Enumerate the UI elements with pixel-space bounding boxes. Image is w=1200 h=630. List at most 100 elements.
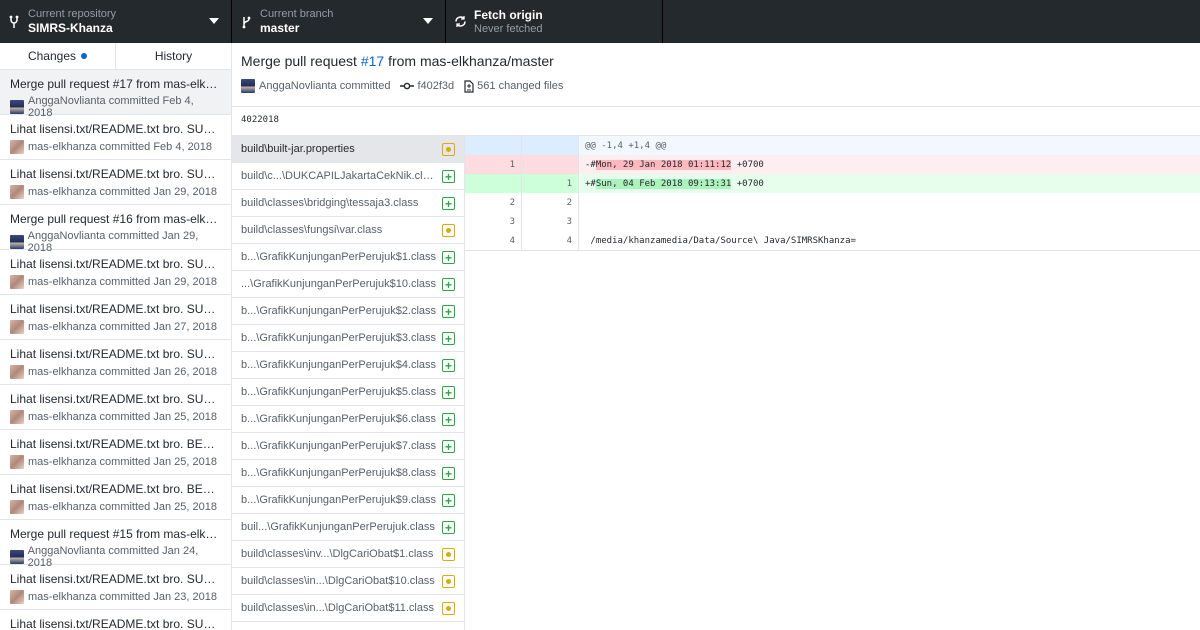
avatar [10,140,24,154]
context-code: /media/khanzamedia/Data/Source\ Java/SIM… [585,235,856,246]
branch-caption: Current branch [260,7,334,20]
changed-file-item[interactable]: b...\GrafikKunjunganPerPerujuk$2.class + [232,298,464,325]
changed-file-item[interactable]: b...\GrafikKunjunganPerPerujuk$3.class + [232,325,464,352]
tab-changes[interactable]: Changes [0,43,116,69]
changed-file-item[interactable]: build\classes\in...\DlgCariObat$10.class [232,568,464,595]
commit-author-date: mas-elkhanza committed Jan 29, 2018 [28,276,217,288]
file-modified-icon [442,548,455,561]
tab-history[interactable]: History [116,43,231,69]
commit-list-item[interactable]: Lihat lisensi.txt/README.txt bro. SUDAH … [0,295,231,340]
commit-summary: Lihat lisensi.txt/README.txt bro. SUDAH … [10,572,221,586]
sidebar: Changes History Merge pull request #17 f… [0,43,232,630]
file-path: b...\GrafikKunjunganPerPerujuk$9.class [241,494,437,506]
changed-file-item[interactable]: b...\GrafikKunjunganPerPerujuk$8.class + [232,460,464,487]
commit-list-item[interactable]: Merge pull request #17 from mas-elkhanza… [0,70,231,119]
changed-file-item[interactable]: b...\GrafikKunjunganPerPerujuk$7.class + [232,433,464,460]
old-line-number: 3 [465,212,522,231]
file-path: b...\GrafikKunjunganPerPerujuk$8.class [241,467,437,479]
changed-file-item[interactable]: b...\GrafikKunjunganPerPerujuk$9.class + [232,487,464,514]
commit-title-suffix: from mas-elkhanza/master [384,53,554,69]
changed-file-item[interactable]: build\classes\inv...\DlgCariObat$1.class [232,541,464,568]
repo-caption: Current repository [28,7,117,20]
repo-icon [0,15,28,29]
file-added-icon: + [442,386,455,399]
commit-meta: mas-elkhanza committed Jan 29, 2018 [10,275,221,289]
avatar [10,550,24,564]
changed-file-item[interactable]: b...\GrafikKunjunganPerPerujuk$5.class + [232,379,464,406]
avatar [10,365,24,379]
file-added-icon: + [442,305,455,318]
commit-list-item[interactable]: Lihat lisensi.txt/README.txt bro. BELU M … [0,430,231,475]
commit-author-date: AnggaNovlianta committed Jan 29, 2018 [27,230,199,254]
file-path: build\classes\in...\DlgCariObat$10.class [241,575,435,587]
diff-line-context: 22 [465,193,1200,212]
file-path: build\c...\DUKCAPILJakartaCekNik.class [241,170,437,182]
deleted-code: -#Mon, 29 Jan 2018 01:11:12 +0700 [579,159,764,170]
changed-files-count: 561 changed files [464,79,564,93]
commit-list-item[interactable]: Lihat lisensi.txt/README.txt bro. SUDAH … [0,250,231,295]
file-path: build\classes\fungsi\var.class [241,224,383,236]
commit-list-item[interactable]: Merge pull request #16 from mas-elkhanza… [0,205,231,254]
commit-summary: Lihat lisensi.txt/README.txt bro. SUDAH … [10,392,221,406]
commit-meta: mas-elkhanza committed Feb 4, 2018 [10,140,221,154]
commit-summary: Lihat lisensi.txt/README.txt bro. SUDAH … [10,167,221,181]
commit-list-item[interactable]: Lihat lisensi.txt/README.txt bro. SUDAH … [0,340,231,385]
commit-author-date: AnggaNovlianta committed Feb 4, 2018 [27,95,194,119]
changed-file-item[interactable]: build\classes\fungsi\var.class [232,217,464,244]
commit-meta: mas-elkhanza committed Jan 27, 2018 [10,320,221,334]
diff-line-deleted: 1 -#Mon, 29 Jan 2018 01:11:12 +0700 [465,155,1200,174]
changed-file-item[interactable]: build\classes\bridging\tessaja3.class + [232,190,464,217]
commit-list-item[interactable]: Lihat lisensi.txt/README.txt bro. SUDAH … [0,160,231,205]
commit-summary: Lihat lisensi.txt/README.txt bro. SUDAH … [10,302,221,316]
repository-selector[interactable]: Current repository SIMRS-Khanza [0,0,232,43]
avatar [10,500,24,514]
old-line-number: 4 [465,231,522,250]
hunk-text: @@ -1,4 +1,4 @@ [585,140,667,151]
branch-selector[interactable]: Current branch master [232,0,446,43]
commit-list: Merge pull request #17 from mas-elkhanza… [0,70,231,630]
commit-sha[interactable]: f402f3d [400,80,454,92]
commit-list-item[interactable]: Lihat lisensi.txt/README.txt bro. SUDAH … [0,385,231,430]
file-added-icon: + [442,494,455,507]
changed-file-item[interactable]: build\classes\in...\DlgCariObat$11.class [232,595,464,622]
diff-view: @@ -1,4 +1,4 @@ 1 -#Mon, 29 Jan 2018 01:… [465,136,1200,251]
fetch-status: Never fetched [474,22,543,35]
avatar [10,410,24,424]
commit-list-item[interactable]: Merge pull request #15 from mas-elkhanza… [0,520,231,569]
commit-list-item[interactable]: Lihat lisensi.txt/README.txt bro. SUDAH … [0,610,231,630]
changes-indicator-icon [81,53,88,59]
changed-file-item[interactable]: build\c...\DUKCAPILJakartaCekNik.class + [232,163,464,190]
changed-file-item[interactable]: b...\GrafikKunjunganPerPerujuk$4.class + [232,352,464,379]
branch-name: master [260,20,300,35]
commit-meta: mas-elkhanza committed Jan 29, 2018 [10,185,221,199]
old-line-number: 2 [465,193,522,212]
diff-line-context: 44 /media/khanzamedia/Data/Source\ Java/… [465,231,1200,250]
commit-summary: Lihat lisensi.txt/README.txt bro. SUDAH … [10,617,221,630]
add-highlight: Sun, 04 Feb 2018 09:13:31 [595,178,732,189]
commit-title: Merge pull request #17 from mas-elkhanza… [241,53,1191,69]
file-path: b...\GrafikKunjunganPerPerujuk$5.class [241,386,437,398]
commit-list-item[interactable]: Lihat lisensi.txt/README.txt bro. SUDAH … [0,565,231,610]
changed-file-item[interactable]: b...\GrafikKunjunganPerPerujuk$6.class + [232,406,464,433]
commit-list-item[interactable]: Lihat lisensi.txt/README.txt bro. SUDAH … [0,115,231,160]
fetch-origin-button[interactable]: Fetch origin Never fetched [446,0,663,43]
commit-meta: mas-elkhanza committed Jan 25, 2018 [10,455,221,469]
changed-file-item[interactable]: build\built-jar.properties [232,136,464,163]
file-list: build\built-jar.properties build\c...\DUK… [232,136,465,630]
commit-summary: Merge pull request #17 from mas-elkhanza… [10,77,221,91]
new-line-number: 4 [522,231,579,250]
changed-file-item[interactable]: buil...\GrafikKunjunganPerPerujuk.class + [232,514,464,541]
file-added-icon: + [442,440,455,453]
changed-file-item[interactable]: b...\GrafikKunjunganPerPerujuk$1.class + [232,244,464,271]
sync-icon [446,15,474,28]
commit-meta: AnggaNovlianta committed f402f3d 561 cha… [241,79,1191,93]
add-rest: +0700 [731,178,764,189]
commit-list-item[interactable]: Lihat lisensi.txt/README.txt bro. BELU M … [0,475,231,520]
file-path: b...\GrafikKunjunganPerPerujuk$6.class [241,413,437,425]
changed-file-item[interactable]: ...\GrafikKunjunganPerPerujuk$10.class + [232,271,464,298]
pull-request-link[interactable]: #17 [361,53,384,69]
file-diff-icon [464,79,474,93]
changed-files-label: 561 changed files [477,80,564,92]
fetch-label: Fetch origin [474,7,543,22]
file-path: build\classes\in...\DlgCariObat$11.class [241,602,434,614]
